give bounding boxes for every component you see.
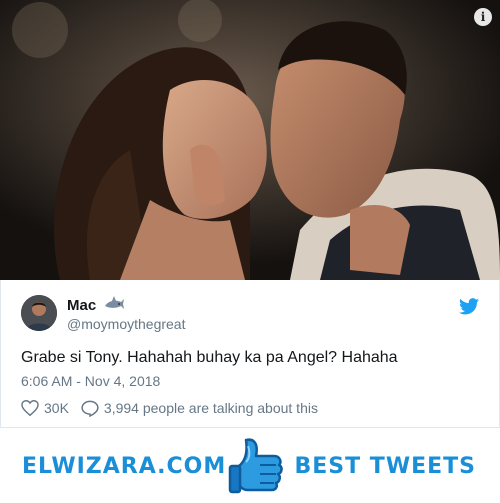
like-count[interactable]: 30K	[44, 400, 69, 416]
thumbs-up-icon	[226, 432, 292, 503]
tweet-timestamp[interactable]: 6:06 AM - Nov 4, 2018	[21, 373, 160, 389]
branding-banner: ELWIZARA.COM BEST TWEETS	[0, 428, 500, 503]
banner-tagline: BEST TWEETS	[294, 454, 476, 479]
tweet-card: Mac @moymoythegreat Grabe si Tony. Hahah…	[0, 280, 500, 428]
tweet-text: Grabe si Tony. Hahahah buhay ka pa Angel…	[21, 349, 398, 366]
shark-icon	[103, 296, 125, 317]
twitter-bird-icon[interactable]	[459, 298, 479, 320]
user-name[interactable]: Mac	[67, 297, 96, 314]
avatar[interactable]	[21, 295, 57, 331]
speech-bubble-icon[interactable]	[81, 400, 99, 417]
kissing-couple-photo	[0, 0, 500, 280]
tweet-actions: 30K 3,994 people are talking about this	[21, 399, 318, 417]
tweet-photo[interactable]: i	[0, 0, 500, 280]
user-handle[interactable]: @moymoythegreat	[67, 316, 185, 332]
conversation-count[interactable]: 3,994 people are talking about this	[104, 400, 318, 416]
heart-icon[interactable]	[21, 400, 39, 416]
info-icon[interactable]: i	[474, 8, 492, 26]
site-name[interactable]: ELWIZARA.COM	[22, 454, 226, 479]
